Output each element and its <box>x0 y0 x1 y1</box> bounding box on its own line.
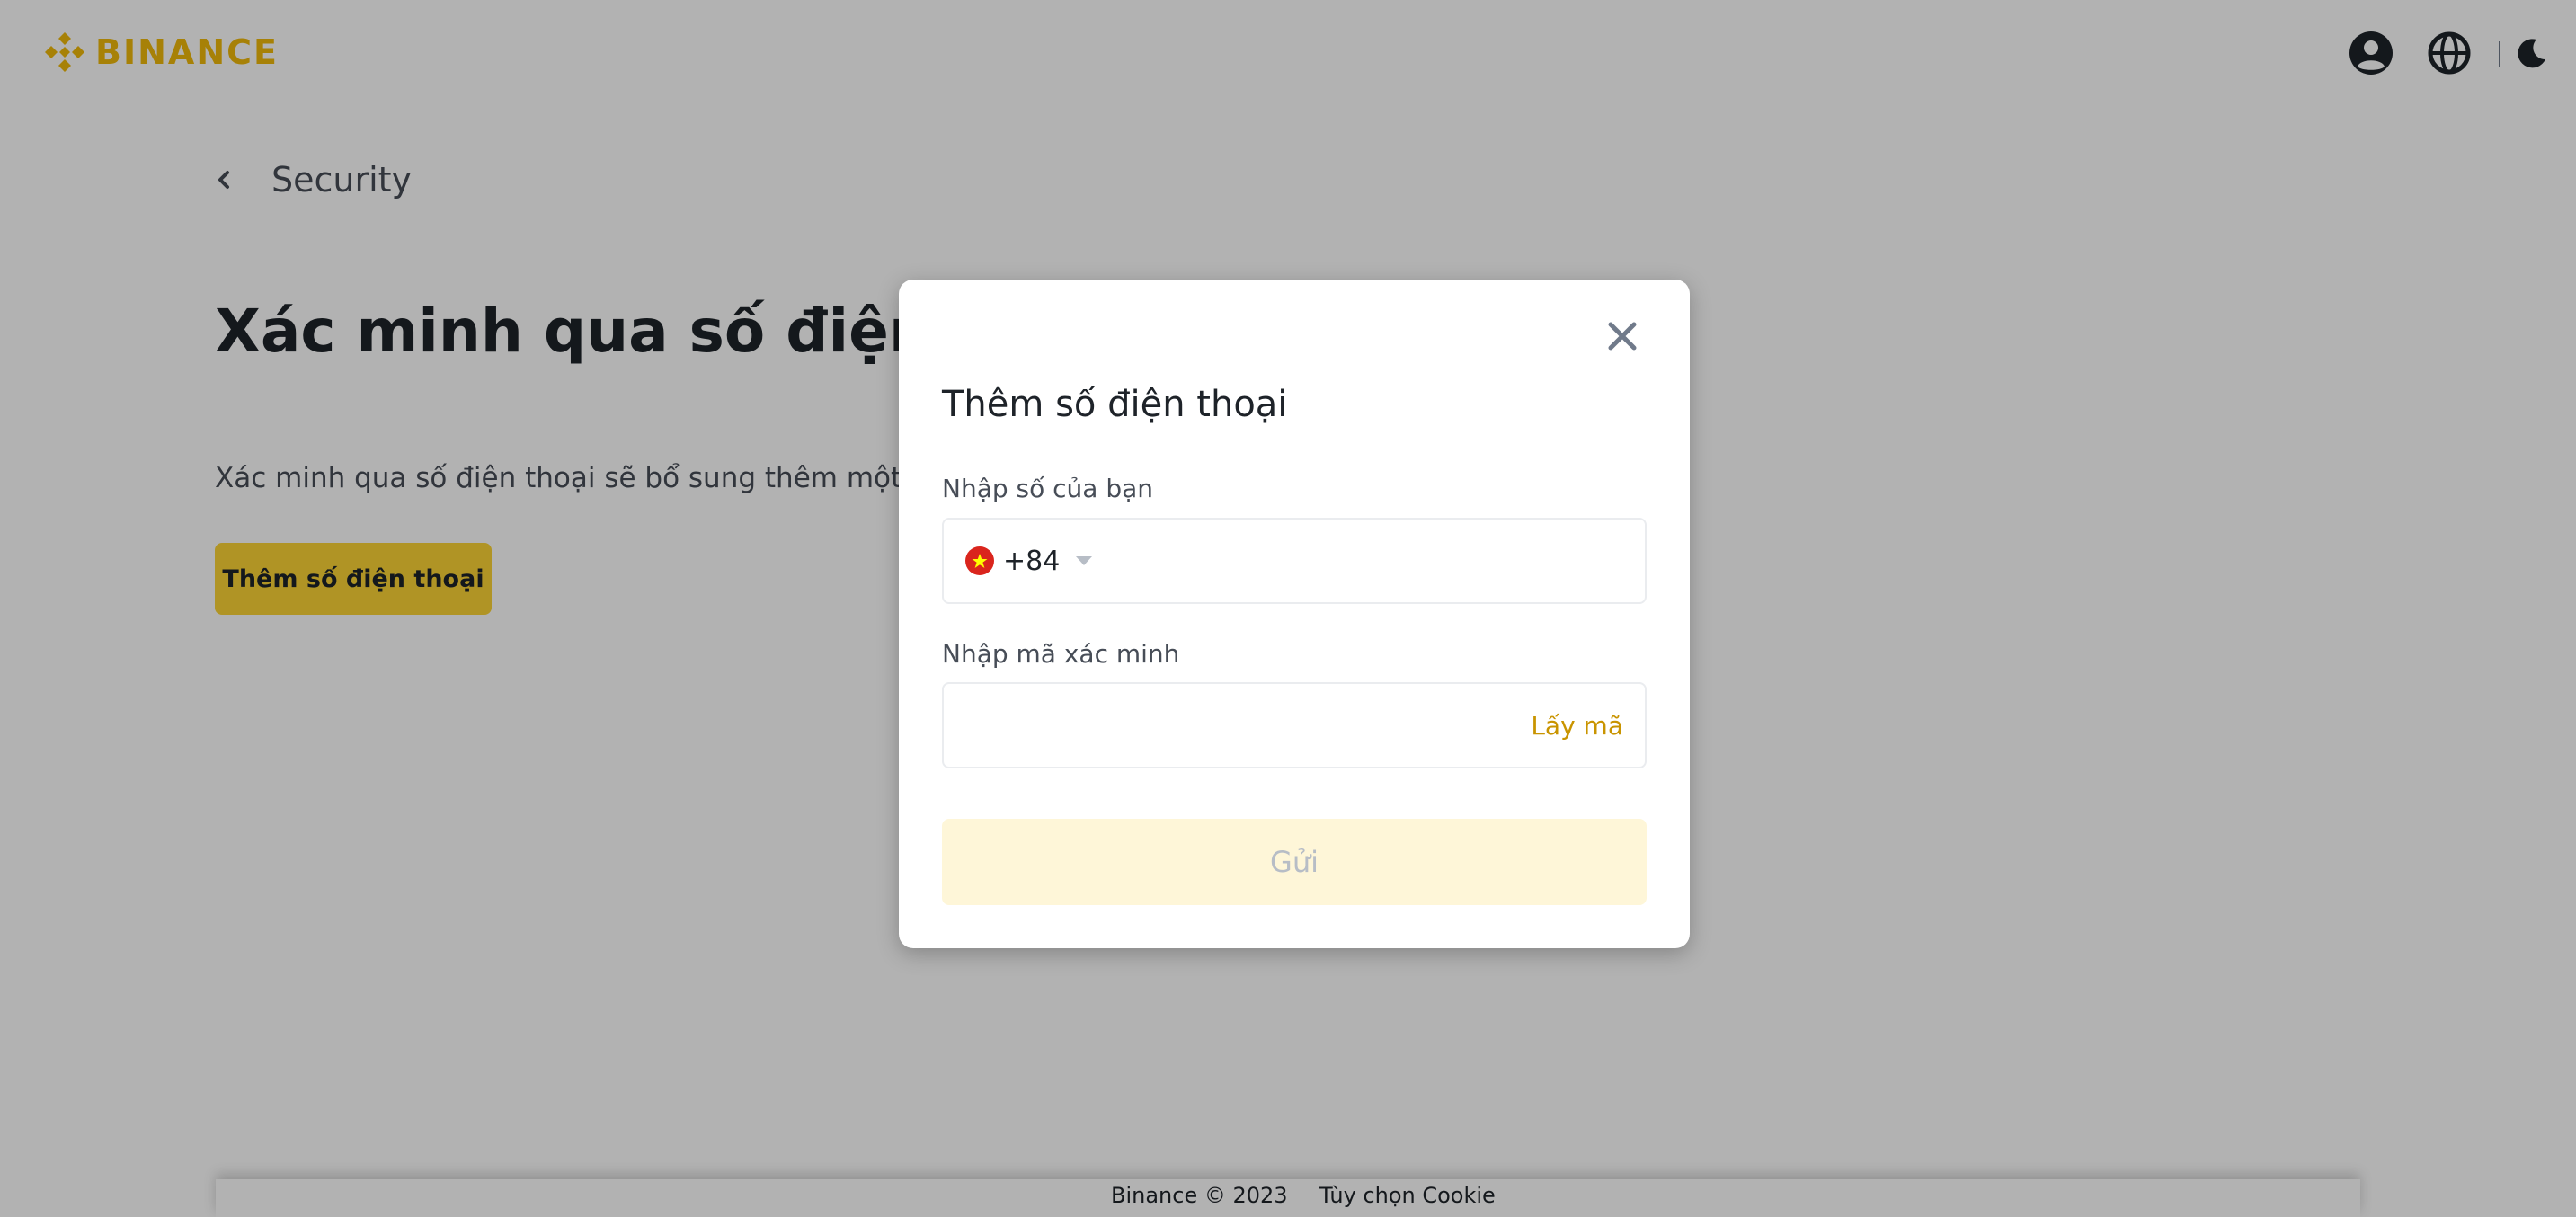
phone-field: +84 <box>942 518 1647 604</box>
submit-button[interactable]: Gửi <box>942 819 1647 905</box>
phone-label: Nhập số của bạn <box>942 474 1154 503</box>
vietnam-flag-icon <box>965 546 994 575</box>
dial-code: +84 <box>1003 545 1061 577</box>
modal-title: Thêm số điện thoại <box>942 384 1288 425</box>
verification-code-field: Lấy mã <box>942 682 1647 768</box>
get-code-link[interactable]: Lấy mã <box>1531 684 1623 767</box>
close-icon[interactable] <box>1602 315 1643 357</box>
add-phone-modal: Thêm số điện thoại Nhập số của bạn +84 N… <box>899 280 1690 948</box>
phone-input[interactable] <box>1097 520 1636 602</box>
verification-code-label: Nhập mã xác minh <box>942 639 1180 669</box>
caret-down-icon <box>1076 556 1093 565</box>
country-code-select[interactable]: +84 <box>965 520 1093 602</box>
verification-code-input[interactable] <box>965 684 1505 767</box>
app-root: BINANCE Security Xác minh qua số điện th… <box>0 0 2576 1217</box>
